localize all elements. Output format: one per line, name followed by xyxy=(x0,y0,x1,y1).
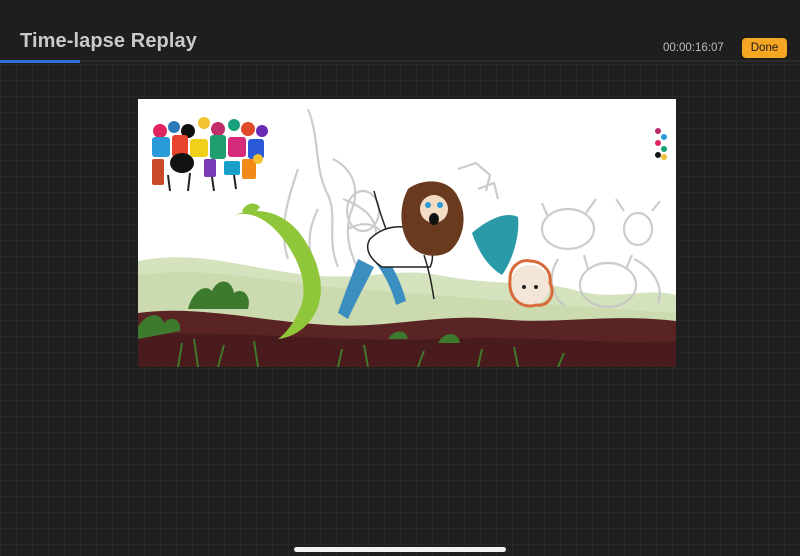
playback-progress-bar[interactable] xyxy=(0,60,800,63)
home-indicator-bar[interactable] xyxy=(294,547,506,552)
done-button[interactable]: Done xyxy=(742,38,787,58)
artwork-canvas[interactable] xyxy=(138,99,676,367)
artwork-teal-shape xyxy=(472,214,519,275)
playback-progress-fill xyxy=(0,60,80,63)
timelapse-screen: Time-lapse Replay 00:00:16:07 Done xyxy=(0,0,800,556)
page-title: Time-lapse Replay xyxy=(20,30,197,52)
artwork-illustration xyxy=(138,108,676,367)
artwork-crowd xyxy=(152,117,268,192)
top-bar: Time-lapse Replay 00:00:16:07 Done xyxy=(0,0,800,63)
playback-timestamp: 00:00:16:07 xyxy=(663,42,724,54)
artwork-color-dots xyxy=(655,128,667,160)
